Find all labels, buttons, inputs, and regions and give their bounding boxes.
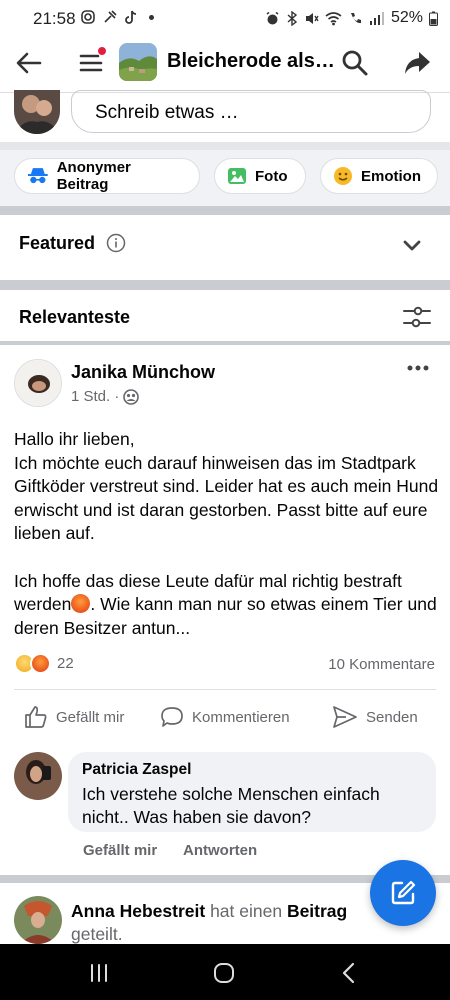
battery-icon: [429, 11, 438, 26]
status-notification-icons: [80, 9, 154, 25]
back-icon[interactable]: [334, 960, 364, 986]
next-post-author-avatar[interactable]: [14, 896, 62, 944]
comment-reply-button[interactable]: Antworten: [183, 842, 257, 859]
post-author-name[interactable]: Janika Münchow: [71, 362, 215, 383]
share-arrow-icon[interactable]: [402, 48, 432, 78]
post-meta: 1 Std. ·: [71, 388, 140, 405]
sort-label[interactable]: Relevanteste: [19, 307, 130, 328]
reactions-summary[interactable]: 22: [14, 653, 74, 674]
instagram-icon: [81, 10, 95, 24]
comment-like-button[interactable]: Gefällt mir: [83, 842, 157, 859]
post-divider: [14, 689, 436, 690]
post-body-text: Hallo ihr lieben, Ich möchte euch darauf…: [14, 428, 440, 640]
commenter-avatar[interactable]: [14, 752, 62, 800]
chip-label: Emotion: [361, 167, 421, 185]
composer-placeholder: Schreib etwas …: [95, 102, 239, 123]
post-author-avatar[interactable]: [14, 359, 62, 407]
photo-icon: [228, 168, 246, 184]
like-button[interactable]: Gefällt mir: [24, 703, 124, 731]
home-icon[interactable]: [209, 960, 239, 986]
comment-label: Kommentieren: [192, 708, 290, 726]
anonymous-post-chip[interactable]: Anonymer Beitrag: [14, 158, 200, 194]
current-user-avatar[interactable]: [14, 90, 60, 134]
tiktok-icon: [125, 10, 137, 24]
send-icon: [333, 706, 357, 728]
next-post-object[interactable]: Beitrag: [287, 901, 347, 921]
avatar-photo: [15, 360, 61, 406]
post-timestamp[interactable]: 1 Std. ·: [71, 388, 119, 405]
back-arrow-icon[interactable]: [14, 48, 44, 78]
search-icon[interactable]: [340, 48, 370, 78]
group-members-icon: [123, 388, 140, 405]
section-separator: [0, 142, 450, 150]
anonymous-icon: [27, 168, 48, 184]
send-button[interactable]: Senden: [332, 703, 418, 731]
comment-button[interactable]: Kommentieren: [160, 703, 290, 731]
recent-apps-icon[interactable]: [84, 960, 114, 986]
angry-reaction-icon: [30, 653, 51, 674]
comment-count[interactable]: 10 Kommentare: [328, 656, 435, 673]
notification-dot: [97, 46, 107, 56]
chip-label: Anonymer Beitrag: [56, 159, 131, 193]
avatar-photo: [14, 90, 60, 134]
section-separator: [0, 341, 450, 345]
next-post-header: Anna Hebestreit hat einen Beitrag geteilt…: [71, 900, 371, 946]
comment-author[interactable]: Patricia Zaspel: [82, 761, 191, 779]
featured-label: Featured: [19, 233, 96, 253]
chevron-down-icon[interactable]: [402, 238, 422, 254]
photo-chip[interactable]: Foto: [214, 158, 306, 194]
battery-percentage: 52%: [390, 9, 423, 26]
pin-icon: [104, 10, 117, 23]
alarm-icon: [266, 11, 279, 24]
next-post-author[interactable]: Anna Hebestreit: [71, 901, 205, 921]
info-icon[interactable]: [106, 233, 126, 253]
next-post-suffix: geteilt.: [71, 924, 123, 944]
comment-text: Ich verstehe solche Menschen einfach nic…: [82, 784, 380, 827]
bluetooth-icon: [287, 10, 298, 26]
call-icon: [350, 12, 361, 23]
group-title[interactable]: Bleicherode als…: [167, 50, 335, 73]
angry-face-emoji-icon: [71, 594, 91, 614]
emotion-icon: [334, 167, 352, 185]
status-system-icons: 52%: [265, 9, 438, 27]
landscape-image: [119, 43, 157, 81]
next-post-verb: hat einen: [205, 901, 287, 921]
more-notifications-dot: [149, 14, 154, 20]
emotion-chip[interactable]: Emotion: [320, 158, 438, 194]
post-text-part1: Hallo ihr lieben, Ich möchte euch darauf…: [14, 429, 439, 615]
filter-settings-icon[interactable]: [402, 304, 432, 330]
chip-label: Foto: [255, 167, 288, 185]
section-separator: [0, 280, 450, 290]
reaction-count: 22: [57, 655, 74, 672]
edit-pencil-icon: [391, 880, 416, 905]
more-options-icon[interactable]: [405, 361, 431, 375]
like-label: Gefällt mir: [56, 708, 125, 726]
section-separator: [0, 206, 450, 215]
avatar-photo: [14, 896, 62, 944]
wifi-icon: [325, 11, 342, 25]
avatar-photo: [14, 752, 62, 800]
status-bar: 21:58 52%: [0, 0, 450, 36]
comment-icon: [161, 707, 183, 727]
send-label: Senden: [366, 708, 418, 726]
mute-icon: [305, 12, 319, 24]
thumbs-up-icon: [25, 706, 47, 728]
create-post-fab[interactable]: [370, 860, 436, 926]
group-cover-thumbnail[interactable]: [119, 43, 157, 81]
signal-icon: [369, 11, 384, 25]
status-time: 21:58: [33, 9, 76, 28]
